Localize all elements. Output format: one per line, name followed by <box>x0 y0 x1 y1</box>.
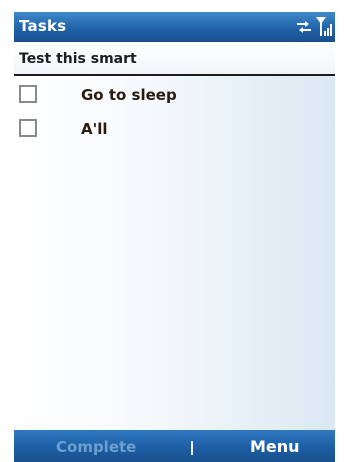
task-checkbox[interactable] <box>19 119 37 137</box>
title-bar: Tasks <box>14 12 335 42</box>
app-title: Tasks <box>19 17 67 35</box>
softkey-divider <box>191 441 193 455</box>
task-checkbox[interactable] <box>19 85 37 103</box>
task-list: Go to sleep A'll <box>14 76 335 430</box>
softkey-bar: Complete Menu <box>14 430 335 462</box>
signal-strength-icon <box>316 17 332 36</box>
new-task-field[interactable]: Test this smart <box>14 42 335 76</box>
tasks-screen: Tasks Test this smart Go to sleep A'll C… <box>14 12 335 462</box>
task-label: A'll <box>81 120 108 138</box>
menu-softkey[interactable]: Menu <box>250 437 300 456</box>
complete-softkey[interactable]: Complete <box>56 438 136 456</box>
new-task-text: Test this smart <box>19 51 137 67</box>
task-label: Go to sleep <box>81 86 177 104</box>
task-item[interactable]: A'll <box>14 115 335 149</box>
task-item[interactable]: Go to sleep <box>14 81 335 115</box>
sync-icon <box>297 21 311 33</box>
